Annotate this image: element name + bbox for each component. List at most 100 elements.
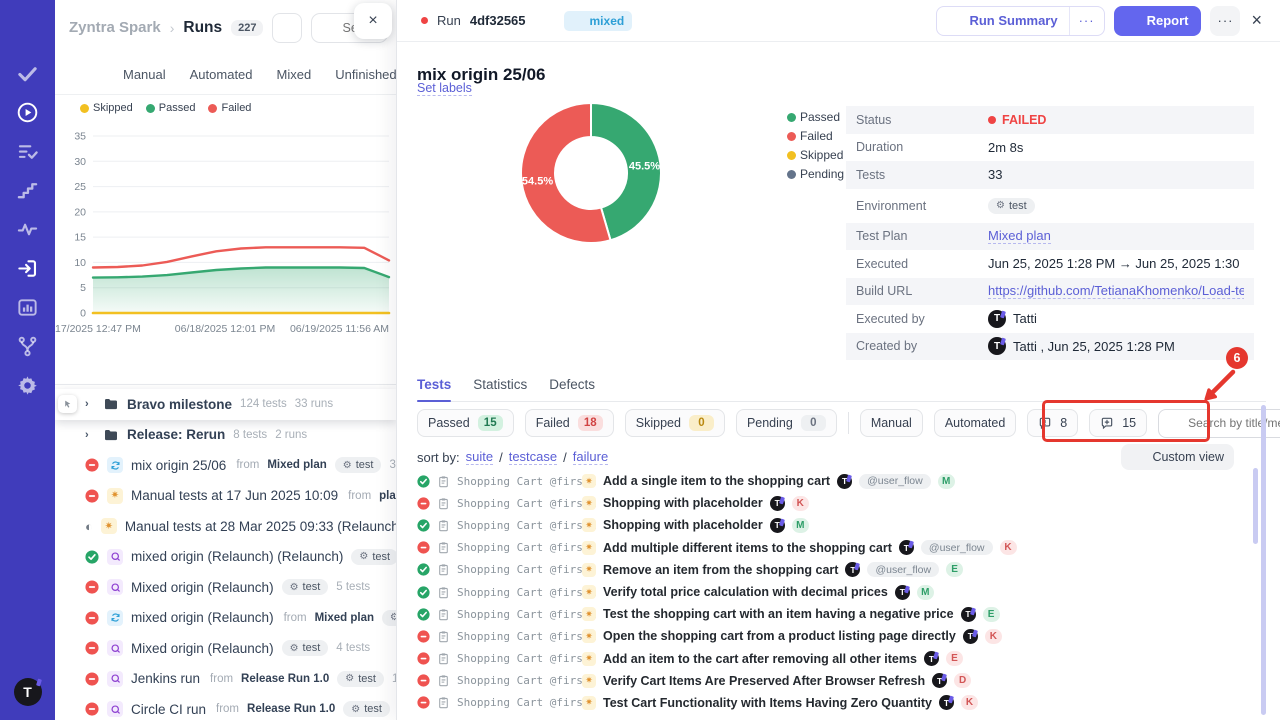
run-row[interactable]: Mixed origin (Relaunch)⚙test4 tests <box>55 633 396 664</box>
run-row[interactable]: Circle CI runfromRelease Run 1.0⚙test13 … <box>55 694 396 720</box>
sidebar-item-activity[interactable] <box>16 218 40 242</box>
sidebar-item-bar-chart[interactable] <box>16 296 40 320</box>
test-row[interactable]: Shopping Cart @first…✷Shopping with plac… <box>417 492 1254 514</box>
projects-folder-button[interactable] <box>16 642 40 666</box>
runs-panel: Zyntra Spark › Runs 227 × ManualAutomate… <box>55 0 396 720</box>
run-row[interactable]: mixed origin (Relaunch)fromMixed plan⚙te… <box>55 603 396 634</box>
gear-icon: ⚙ <box>343 460 352 471</box>
expand-chevron-icon[interactable]: › <box>85 429 95 441</box>
filter-chip-failed[interactable]: Failed18 <box>525 409 614 437</box>
test-row[interactable]: Shopping Cart @first…✷Add a single item … <box>417 470 1254 492</box>
run-row[interactable]: mix origin 25/06fromMixed plan⚙test33 te… <box>55 450 396 481</box>
sidebar-item-list-check[interactable] <box>16 140 40 164</box>
tab-statistics[interactable]: Statistics <box>473 377 527 401</box>
custom-view-button[interactable]: Custom view <box>1121 444 1234 470</box>
page-scrollbar[interactable] <box>1261 405 1266 715</box>
app-root: T Zyntra Spark › Runs 227 × ManualAutoma… <box>0 0 1280 720</box>
sidebar-bottom: T <box>14 606 42 706</box>
test-row[interactable]: Shopping Cart @first…✷Remove an item fro… <box>417 559 1254 581</box>
expand-chevron-icon[interactable]: › <box>85 398 95 410</box>
list-scrollbar[interactable] <box>1253 468 1258 544</box>
test-row[interactable]: Shopping Cart @first…✷Shopping with plac… <box>417 514 1254 536</box>
assignee-avatar: T <box>961 607 976 622</box>
help-button[interactable] <box>16 606 40 630</box>
copy-run-id-button[interactable] <box>535 13 551 29</box>
test-row[interactable]: Shopping Cart @first…✷Verify Cart Items … <box>417 670 1254 692</box>
test-row[interactable]: Shopping Cart @first…✷Verify total price… <box>417 581 1254 603</box>
user-avatar: T <box>988 337 1006 355</box>
clipboard-icon <box>437 541 450 554</box>
run-row[interactable]: Mixed origin (Relaunch)⚙test5 tests <box>55 572 396 603</box>
more-actions-button[interactable]: ··· <box>1210 6 1240 36</box>
status-value: FAILED <box>988 113 1046 127</box>
left-tab-automated[interactable]: Automated <box>190 67 253 82</box>
sort-option-testcase[interactable]: testcase <box>509 449 557 465</box>
details-value: ⚙test <box>988 198 1035 214</box>
sidebar-item-steps[interactable] <box>16 179 40 203</box>
test-row[interactable]: Shopping Cart @first…✷Add an item to the… <box>417 648 1254 670</box>
sidebar-item-check[interactable] <box>16 62 40 86</box>
milestone-row[interactable]: ›Bravo milestone124 tests33 runs <box>55 389 396 420</box>
run-summary-button[interactable]: Run Summary <box>937 7 1068 35</box>
comment-chip[interactable]: 15 <box>1089 409 1147 437</box>
run-type-badge[interactable]: mixed <box>564 11 633 31</box>
chart-legend: SkippedPassedFailed <box>80 102 251 114</box>
details-link[interactable]: https://github.com/TetianaKhomenko/Load-… <box>988 283 1244 299</box>
hamburger-menu-button[interactable] <box>16 12 40 36</box>
set-labels-link[interactable]: Set labels <box>417 81 472 96</box>
test-title: Shopping with placeholder <box>603 496 763 510</box>
run-plan-name[interactable]: Mixed plan <box>315 612 374 624</box>
run-plan-name[interactable]: Mixed plan <box>267 459 326 471</box>
milestone-row[interactable]: ›Release: Rerun8 tests2 runs <box>55 420 396 451</box>
details-row-executed-by: Executed byTTatti <box>846 305 1254 333</box>
filter-chip-skipped[interactable]: Skipped0 <box>625 409 725 437</box>
run-plan-name[interactable]: plan 1 <box>379 490 396 502</box>
user-avatar[interactable]: T <box>14 678 42 706</box>
run-plan-name[interactable]: Release Run 1.0 <box>247 703 335 715</box>
run-kind-auto-icon <box>107 579 123 595</box>
legend-label: Pending <box>800 167 844 181</box>
run-row[interactable]: Jenkins runfromRelease Run 1.0⚙test13 te… <box>55 664 396 695</box>
tab-tests[interactable]: Tests <box>417 377 451 401</box>
sidebar-item-gear[interactable] <box>16 374 40 398</box>
left-tab-manual[interactable]: Manual <box>123 67 166 82</box>
run-row[interactable]: mixed origin (Relaunch) (Relaunch)⚙test <box>55 542 396 573</box>
filter-chip-manual[interactable]: Manual <box>860 409 923 437</box>
test-row[interactable]: Shopping Cart @first…✷Test the shopping … <box>417 603 1254 625</box>
run-from-label: from <box>348 490 371 502</box>
left-tab-mixed[interactable]: Mixed <box>277 67 312 82</box>
left-tab-unfinished[interactable]: Unfinished <box>335 67 396 82</box>
breadcrumb-app[interactable]: Zyntra Spark <box>69 19 161 36</box>
svg-text:25: 25 <box>74 181 86 193</box>
run-plan-name[interactable]: Release Run 1.0 <box>241 673 329 685</box>
run-summary-more-button[interactable]: ··· <box>1069 7 1104 35</box>
filter-chip-passed[interactable]: Passed15 <box>417 409 514 437</box>
popover-close-button[interactable]: × <box>354 3 392 39</box>
tab-defects[interactable]: Defects <box>549 377 595 401</box>
test-suite: Shopping Cart @first… <box>457 674 575 687</box>
test-row[interactable]: Shopping Cart @first…✷Add multiple diffe… <box>417 537 1254 559</box>
manual-burst-icon: ✷ <box>582 652 596 666</box>
environment-badge: ⚙test <box>351 549 396 565</box>
sort-option-failure[interactable]: failure <box>573 449 608 465</box>
details-link[interactable]: Mixed plan <box>988 228 1051 244</box>
run-row[interactable]: ✷Manual tests at 17 Jun 2025 10:09frompl… <box>55 481 396 512</box>
run-row[interactable]: ◐✷Manual tests at 28 Mar 2025 09:33 (Rel… <box>55 511 396 542</box>
filter-chip-pending[interactable]: Pending0 <box>736 409 837 437</box>
filter-chip-automated[interactable]: Automated <box>934 409 1016 437</box>
test-row[interactable]: Shopping Cart @first…✷Test Cart Function… <box>417 692 1254 714</box>
sidebar-item-play-circle[interactable] <box>16 101 40 125</box>
sort-option-suite[interactable]: suite <box>466 449 493 465</box>
run-kind-auto-icon <box>107 701 123 717</box>
legend-item-failed: Failed <box>208 102 251 114</box>
sidebar-item-git-fork[interactable] <box>16 335 40 359</box>
close-detail-button[interactable]: × <box>1249 10 1264 31</box>
gear-icon: ⚙ <box>996 200 1005 211</box>
status-failed-icon <box>85 641 99 655</box>
report-button[interactable]: Report <box>1114 6 1202 36</box>
test-row[interactable]: Shopping Cart @first…✷Open the shopping … <box>417 625 1254 647</box>
filter-button[interactable] <box>272 13 302 43</box>
comment-chip[interactable]: 8 <box>1027 409 1078 437</box>
sidebar-item-sign-in[interactable] <box>16 257 40 281</box>
sort-separator: / <box>499 450 503 465</box>
